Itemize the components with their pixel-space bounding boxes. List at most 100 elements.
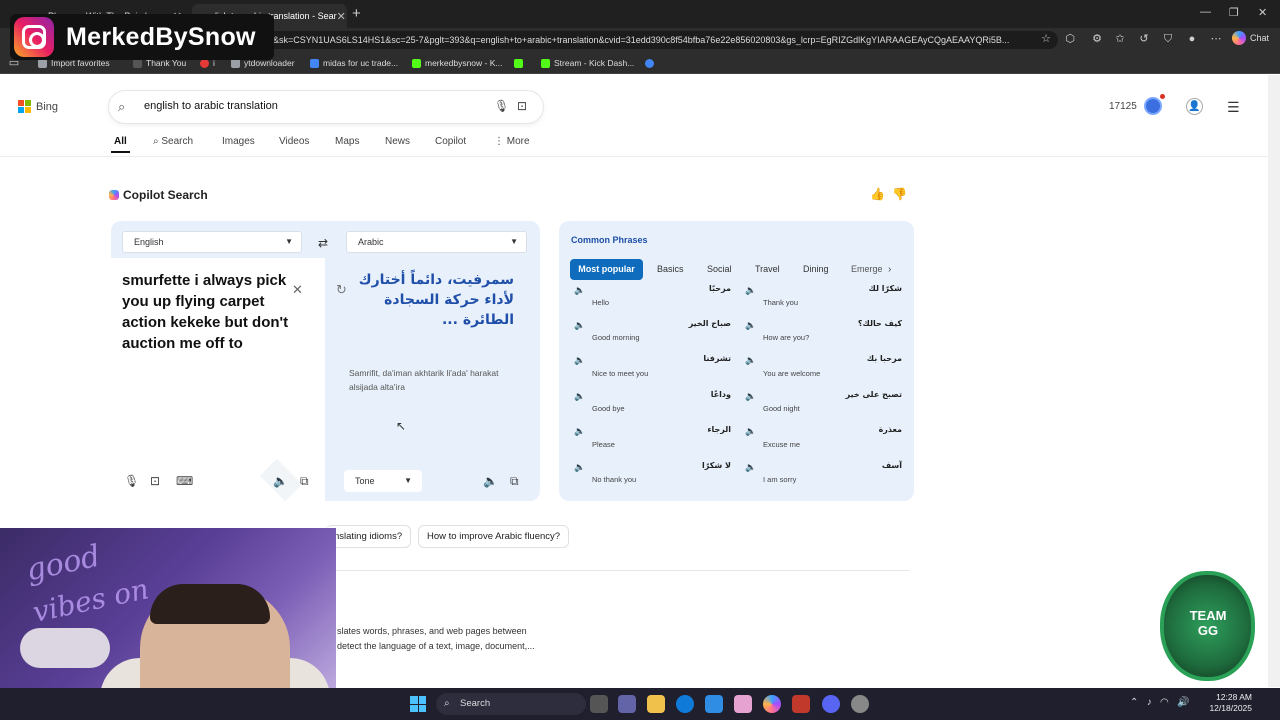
suggestion-chip[interactable]: nslating idioms?	[326, 525, 412, 548]
camera-scan-icon[interactable]: ⊡	[150, 474, 160, 488]
speaker-icon[interactable]: 🔈	[574, 462, 585, 473]
file-explorer-icon[interactable]	[647, 695, 665, 713]
phrase-tab-basics[interactable]: Basics	[657, 259, 684, 280]
menu-icon[interactable]: ☰	[1227, 99, 1240, 116]
refresh-icon[interactable]: ↻	[336, 282, 347, 298]
teams-icon[interactable]	[618, 695, 636, 713]
speaker-icon[interactable]: 🔈	[745, 355, 756, 366]
speaker-icon[interactable]: 🔈	[273, 474, 288, 488]
speaker-icon[interactable]: 🔈	[574, 320, 585, 331]
suggestion-chip[interactable]: How to improve Arabic fluency?	[418, 525, 570, 548]
history-icon[interactable]: ↺	[1136, 31, 1152, 47]
speaker-icon[interactable]: 🔈	[574, 355, 585, 366]
favorite-merkedbysnow[interactable]: merkedbysnow - K...	[412, 56, 502, 70]
new-tab-button[interactable]: +	[352, 5, 361, 22]
tab-videos[interactable]: Videos	[279, 136, 309, 147]
thumbs-down-icon[interactable]: 👎	[892, 187, 907, 201]
phrase-english: Nice to meet you	[592, 369, 649, 378]
caret-down-icon: ▼	[285, 237, 293, 246]
scrollbar[interactable]	[1268, 75, 1280, 687]
speaker-icon[interactable]: 🔈	[574, 426, 585, 437]
restore-icon[interactable]: ❐	[1229, 6, 1239, 19]
bing-logo[interactable]: Bing	[18, 100, 58, 113]
store-icon[interactable]	[705, 695, 723, 713]
speaker-icon[interactable]: 🔈	[745, 391, 756, 402]
description-text: slates words, phrases, and web pages bet…	[337, 626, 527, 636]
search-input[interactable]: english to arabic translation	[144, 100, 278, 112]
keyboard-icon[interactable]: ⌨	[176, 474, 193, 488]
more-icon[interactable]: ⋯	[1208, 31, 1224, 47]
copilot-chat-button[interactable]: Chat	[1232, 31, 1269, 45]
speaker-icon[interactable]: 🔈	[483, 474, 498, 488]
swap-languages-icon[interactable]: ⇄	[318, 236, 328, 250]
visual-search-icon[interactable]: ⊡	[517, 99, 527, 113]
microphone-icon[interactable]: 🎙	[124, 474, 139, 488]
phrase-tab-most-popular[interactable]: Most popular	[570, 259, 643, 280]
favorites-icon[interactable]: ✩	[1112, 31, 1128, 47]
search-icon[interactable]: ⌕	[118, 99, 125, 115]
copilot-icon[interactable]	[763, 695, 781, 713]
rewards-medal-icon[interactable]	[1144, 97, 1162, 115]
source-text-input[interactable]: smurfette i always pick you up flying ca…	[122, 270, 297, 354]
discord-icon[interactable]	[822, 695, 840, 713]
close-window-icon[interactable]: ✕	[1258, 6, 1267, 19]
description-text: detect the language of a text, image, do…	[337, 641, 535, 651]
favorite-kick[interactable]	[514, 56, 527, 70]
tab-images[interactable]: Images	[222, 136, 255, 147]
phrase-arabic: معذرة	[878, 425, 902, 434]
tab-copilot[interactable]: Copilot	[435, 136, 466, 147]
tab-search[interactable]: ⌕ Search	[153, 136, 193, 147]
extension-icon[interactable]: ⬡	[1062, 31, 1078, 47]
edge-icon[interactable]	[676, 695, 694, 713]
source-language-select[interactable]: English ▼	[122, 231, 302, 253]
taskbar-search[interactable]: Search	[436, 693, 586, 715]
target-language-select[interactable]: Arabic ▼	[346, 231, 527, 253]
tab-more[interactable]: ⋮ More	[494, 136, 530, 147]
user-icon[interactable]: 👤	[1186, 98, 1203, 115]
tab-all[interactable]: All	[114, 136, 127, 147]
speaker-icon[interactable]: 🔈	[745, 285, 756, 296]
star-icon[interactable]: ☆	[1038, 31, 1054, 47]
copy-icon[interactable]: ⧉	[300, 474, 309, 489]
microsoft-logo-icon	[18, 100, 31, 113]
copy-icon[interactable]: ⧉	[510, 474, 519, 489]
minimize-icon[interactable]: —	[1200, 6, 1211, 18]
taskbar-clock[interactable]: 12:28 AM 12/18/2025	[1208, 692, 1252, 714]
extension-icon[interactable]: ⚙	[1089, 31, 1105, 47]
favorite-midas[interactable]: midas for uc trade...	[310, 56, 398, 70]
phrase-english: How are you?	[763, 333, 810, 342]
thumbs-up-icon[interactable]: 👍	[870, 187, 885, 201]
phrase-tab-social[interactable]: Social	[707, 259, 732, 280]
system-tray[interactable]: ⌃ ♪ ◠ 🔊	[1130, 697, 1190, 708]
rewards-points[interactable]: 17125	[1109, 101, 1137, 112]
close-tab-icon[interactable]: ✕	[337, 10, 346, 23]
url-field[interactable]: h&sk=CSYN1UAS6LS14HS1&sc=25-7&pglt=393&q…	[262, 31, 1058, 49]
speaker-icon[interactable]: 🔈	[745, 462, 756, 473]
speaker-icon[interactable]: 🔈	[574, 391, 585, 402]
clear-icon[interactable]: ✕	[292, 282, 303, 298]
app-icon[interactable]	[792, 695, 810, 713]
notification-dot	[1160, 94, 1165, 99]
webcam-overlay: good vibes on	[0, 528, 336, 689]
search-icon	[645, 58, 654, 68]
speaker-icon[interactable]: 🔈	[574, 285, 585, 296]
phrase-tab-travel[interactable]: Travel	[755, 259, 780, 280]
tone-select[interactable]: Tone ▼	[344, 470, 422, 492]
chevron-right-icon[interactable]: ›	[888, 259, 891, 280]
phrase-tab-emergency[interactable]: Emerge	[851, 259, 886, 280]
app-icon[interactable]	[851, 695, 869, 713]
tab-news[interactable]: News	[385, 136, 410, 147]
app-icon[interactable]	[734, 695, 752, 713]
tab-maps[interactable]: Maps	[335, 136, 359, 147]
phrase-tab-dining[interactable]: Dining	[803, 259, 829, 280]
shield-icon[interactable]: ⛉	[1160, 31, 1176, 47]
speaker-icon[interactable]: 🔈	[745, 320, 756, 331]
microphone-icon[interactable]: 🎙	[494, 99, 509, 113]
task-view-icon[interactable]	[590, 695, 608, 713]
favorite-stream-kick[interactable]: Stream - Kick Dash...	[541, 56, 634, 70]
speaker-icon[interactable]: 🔈	[745, 426, 756, 437]
windows-start-icon[interactable]	[410, 696, 426, 712]
profile-icon[interactable]: ●	[1184, 31, 1200, 47]
favorite-search[interactable]	[645, 56, 658, 70]
neon-sign-text: good	[23, 538, 104, 589]
